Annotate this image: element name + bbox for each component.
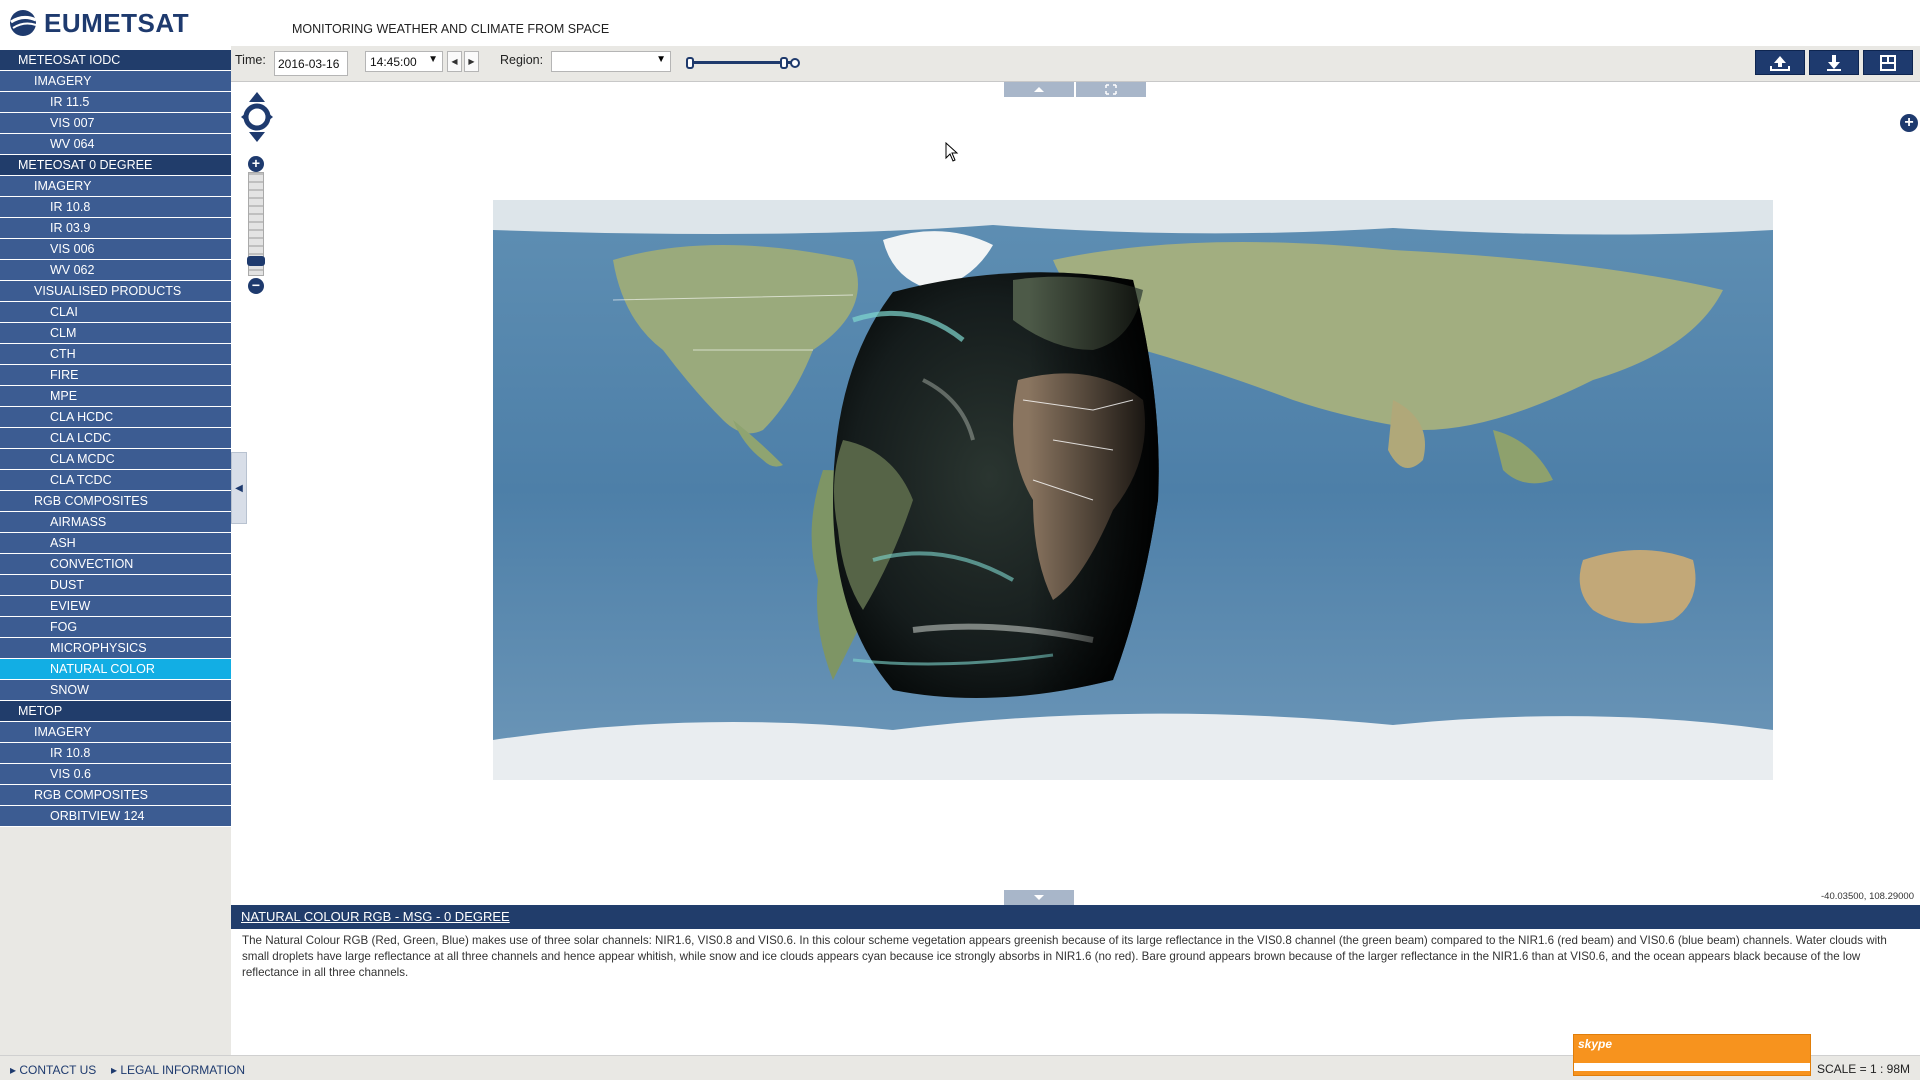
upload-icon (1770, 55, 1790, 71)
sidebar-item-clm[interactable]: CLM (0, 323, 231, 344)
region-label: Region: (500, 53, 544, 67)
skype-widget[interactable]: skype (1573, 1034, 1811, 1076)
slider-handle-right[interactable] (780, 57, 788, 69)
triangle-right-icon: ▶ (468, 57, 475, 66)
fullscreen-icon (1105, 84, 1117, 95)
zoom-out-icon[interactable]: − (248, 278, 264, 294)
download-button[interactable] (1809, 50, 1859, 75)
description-header: NATURAL COLOUR RGB - MSG - 0 DEGREE (231, 905, 1920, 929)
sidebar-item-wv-064[interactable]: WV 064 (0, 134, 231, 155)
upload-button[interactable] (1755, 50, 1805, 75)
previous-time-button[interactable]: ◀ (447, 51, 462, 72)
skype-widget-strip (1574, 1063, 1810, 1071)
sidebar-item-rgb-composites[interactable]: RGB COMPOSITES (0, 491, 231, 512)
sidebar-item-cth[interactable]: CTH (0, 344, 231, 365)
sidebar-item-wv-062[interactable]: WV 062 (0, 260, 231, 281)
pan-down-tab[interactable] (1004, 890, 1074, 905)
contact-us-label: CONTACT US (19, 1063, 97, 1077)
app-window: EUMETSAT MONITORING WEATHER AND CLIMATE … (0, 0, 1920, 1080)
sidebar-item-ir-03-9[interactable]: IR 03.9 (0, 218, 231, 239)
sidebar-item-vis-006[interactable]: VIS 006 (0, 239, 231, 260)
pan-arrows-icon (241, 92, 273, 142)
slider-handle-left[interactable] (686, 57, 694, 69)
sidebar-item-metop[interactable]: METOP (0, 701, 231, 722)
legal-information-link[interactable]: ▸ LEGAL INFORMATION (111, 1063, 245, 1077)
date-input[interactable]: 2016-03-16 (274, 51, 348, 76)
sidebar-item-vis-007[interactable]: VIS 007 (0, 113, 231, 134)
dropdown-arrow-icon: ▼ (656, 54, 666, 65)
sidebar-item-mpe[interactable]: MPE (0, 386, 231, 407)
sidebar-item-ash[interactable]: ASH (0, 533, 231, 554)
sidebar-collapse-button[interactable]: ◀ (231, 452, 247, 524)
sidebar-item-clai[interactable]: CLAI (0, 302, 231, 323)
sidebar-item-imagery[interactable]: IMAGERY (0, 722, 231, 743)
coordinates-readout: -40.03500, 108.29000 (1821, 891, 1914, 902)
triangle-left-icon: ◀ (235, 482, 243, 494)
tagline: MONITORING WEATHER AND CLIMATE FROM SPAC… (292, 22, 610, 36)
download-icon (1827, 54, 1841, 71)
chevron-down-icon (1034, 895, 1044, 900)
layout-button[interactable] (1863, 50, 1913, 75)
pan-control[interactable] (239, 90, 275, 149)
eumetsat-logo[interactable]: EUMETSAT (8, 6, 189, 40)
skype-logo: skype (1578, 1037, 1613, 1051)
sidebar-item-meteosat-0-degree[interactable]: METEOSAT 0 DEGREE (0, 155, 231, 176)
zoom-bar[interactable]: + − (247, 156, 265, 298)
time-select[interactable]: 14:45:00 ▼ (365, 51, 443, 72)
sidebar-item-fog[interactable]: FOG (0, 617, 231, 638)
contact-us-link[interactable]: ▸ CONTACT US (10, 1063, 96, 1077)
time-select-value: 14:45:00 (370, 55, 417, 69)
sidebar-item-ir-11-5[interactable]: IR 11.5 (0, 92, 231, 113)
legal-information-label: LEGAL INFORMATION (120, 1063, 246, 1077)
description-title-link[interactable]: NATURAL COLOUR RGB - MSG - 0 DEGREE (241, 909, 510, 924)
sidebar-item-microphysics[interactable]: MICROPHYSICS (0, 638, 231, 659)
zoom-handle[interactable] (247, 256, 265, 266)
slider-end-icon (790, 58, 800, 68)
sidebar-item-convection[interactable]: CONVECTION (0, 554, 231, 575)
region-select[interactable]: ▼ (551, 51, 671, 72)
header: EUMETSAT MONITORING WEATHER AND CLIMATE … (0, 0, 1920, 46)
sidebar-item-visualised-products[interactable]: VISUALISED PRODUCTS (0, 281, 231, 302)
sidebar-item-dust[interactable]: DUST (0, 575, 231, 596)
sidebar-item-orbitview-124[interactable]: ORBITVIEW 124 (0, 806, 231, 827)
pan-up-tab[interactable] (1004, 82, 1074, 97)
sidebar-item-cla-tcdc[interactable]: CLA TCDC (0, 470, 231, 491)
sidebar-item-rgb-composites[interactable]: RGB COMPOSITES (0, 785, 231, 806)
sidebar-item-meteosat-iodc[interactable]: METEOSAT IODC (0, 50, 231, 71)
sidebar-item-cla-lcdc[interactable]: CLA LCDC (0, 428, 231, 449)
opacity-slider[interactable] (686, 56, 802, 70)
dropdown-arrow-icon: ▼ (428, 54, 438, 65)
sidebar-item-fire[interactable]: FIRE (0, 365, 231, 386)
sidebar-item-eview[interactable]: EVIEW (0, 596, 231, 617)
world-map-image (493, 200, 1773, 780)
layout-icon (1880, 54, 1896, 71)
sidebar-item-snow[interactable]: SNOW (0, 680, 231, 701)
globe-icon (10, 10, 37, 36)
zoom-in-icon[interactable]: + (248, 156, 264, 172)
sidebar-item-airmass[interactable]: AIRMASS (0, 512, 231, 533)
sidebar-item-cla-hcdc[interactable]: CLA HCDC (0, 407, 231, 428)
next-time-button[interactable]: ▶ (464, 51, 479, 72)
sidebar-item-natural-color[interactable]: NATURAL COLOR (0, 659, 231, 680)
sidebar-item-imagery[interactable]: IMAGERY (0, 71, 231, 92)
sidebar-item-vis-0-6[interactable]: VIS 0.6 (0, 764, 231, 785)
map-viewport[interactable]: + − ◀ + -40.03500, 108.29000 (231, 82, 1920, 905)
triangle-left-icon: ◀ (451, 57, 458, 66)
layer-switcher-plus-icon[interactable]: + (1900, 114, 1918, 132)
toolbar: Time: 2016-03-16 14:45:00 ▼ ◀ ▶ Region: … (231, 46, 1920, 82)
time-label: Time: (235, 53, 266, 67)
logo-text: EUMETSAT (44, 7, 190, 38)
map-scale-readout: SCALE = 1 : 98M (1816, 1062, 1910, 1076)
chevron-up-icon (1034, 87, 1044, 92)
sidebar: METEOSAT IODC IMAGERY IR 11.5 VIS 007 WV 064… (0, 50, 231, 1055)
mouse-cursor-icon (945, 142, 959, 162)
sidebar-item-cla-mcdc[interactable]: CLA MCDC (0, 449, 231, 470)
sidebar-item-imagery[interactable]: IMAGERY (0, 176, 231, 197)
fullscreen-tab[interactable] (1076, 82, 1146, 97)
sidebar-item-ir-10-8[interactable]: IR 10.8 (0, 743, 231, 764)
sidebar-item-ir-10-8[interactable]: IR 10.8 (0, 197, 231, 218)
